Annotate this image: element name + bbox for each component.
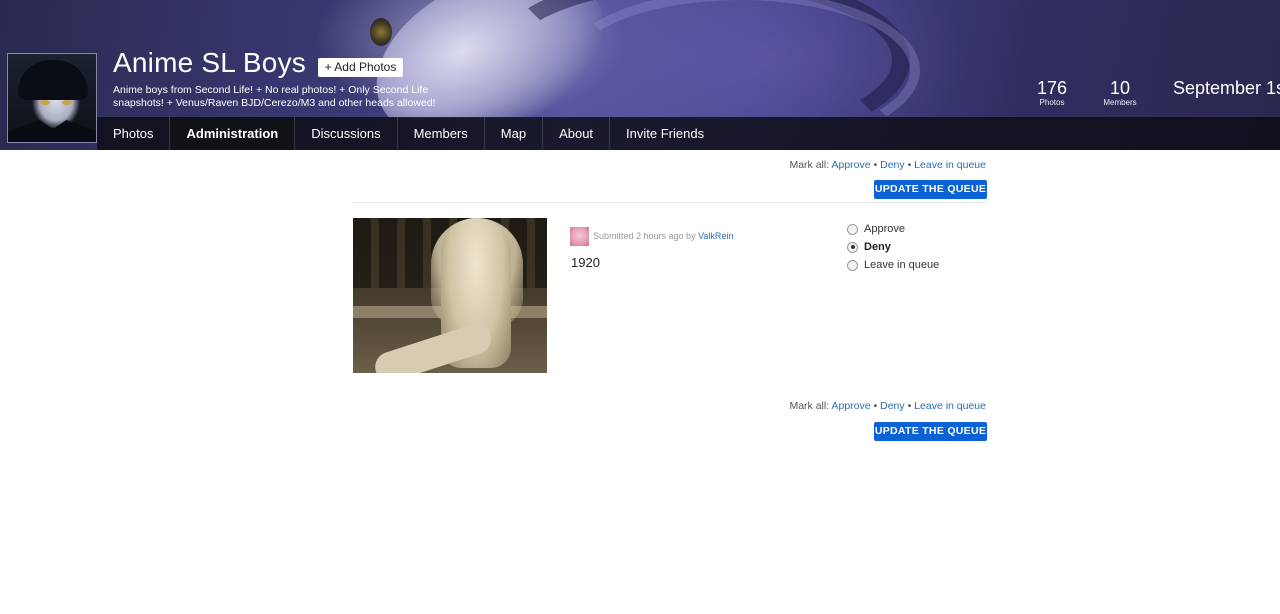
radio-approve[interactable]: [847, 223, 858, 235]
submitter-avatar[interactable]: [570, 227, 589, 246]
tab-invite-friends[interactable]: Invite Friends: [610, 117, 720, 150]
mark-all-approve-link[interactable]: Approve: [831, 159, 870, 171]
group-avatar[interactable]: [7, 53, 97, 143]
mark-all-deny-link[interactable]: Deny: [880, 400, 905, 412]
tab-map[interactable]: Map: [485, 117, 544, 150]
option-leave-label: Leave in queue: [864, 259, 940, 271]
mark-all-approve-link[interactable]: Approve: [831, 400, 870, 412]
submitted-prefix: Submitted 2 hours ago by: [593, 231, 696, 241]
option-approve[interactable]: Approve: [847, 220, 939, 238]
option-deny[interactable]: Deny: [847, 238, 939, 256]
tab-about[interactable]: About: [543, 117, 611, 150]
mark-all-leave-link[interactable]: Leave in queue: [914, 159, 986, 171]
update-queue-button-top[interactable]: UPDATE THE QUEUE: [874, 180, 987, 199]
group-description: Anime boys from Second Life! + No real p…: [113, 84, 436, 109]
divider: [353, 202, 987, 203]
mark-all-label: Mark all:: [789, 159, 830, 171]
mark-all-top: Mark all: Approve • Deny • Leave in queu…: [789, 159, 986, 171]
tab-members[interactable]: Members: [398, 117, 485, 150]
moderation-options: Approve Deny Leave in queue: [847, 220, 939, 274]
stat-members-label: Members: [1103, 98, 1137, 107]
submitter-link[interactable]: ValkRein: [698, 231, 733, 241]
submitted-info: Submitted 2 hours ago by ValkRein: [593, 231, 733, 241]
tab-discussions[interactable]: Discussions: [295, 117, 398, 150]
option-approve-label: Approve: [864, 223, 905, 235]
tab-photos[interactable]: Photos: [97, 117, 171, 150]
stat-photos-count: 176: [1036, 78, 1068, 98]
group-title[interactable]: Anime SL Boys: [113, 47, 306, 79]
group-banner: Anime SL Boys + Add Photos Anime boys fr…: [0, 0, 1280, 150]
option-leave[interactable]: Leave in queue: [847, 256, 939, 274]
update-queue-button-bottom[interactable]: UPDATE THE QUEUE: [874, 422, 987, 441]
radio-leave[interactable]: [847, 259, 858, 271]
mark-all-label: Mark all:: [789, 400, 830, 412]
add-photos-button[interactable]: + Add Photos: [318, 58, 403, 77]
stat-members[interactable]: 10 Members: [1098, 78, 1142, 108]
queued-photo-thumbnail[interactable]: [353, 218, 547, 373]
stat-photos[interactable]: 176 Photos: [1030, 78, 1074, 108]
mark-all-bottom: Mark all: Approve • Deny • Leave in queu…: [789, 400, 986, 412]
mark-all-deny-link[interactable]: Deny: [880, 159, 905, 171]
mark-all-leave-link[interactable]: Leave in queue: [914, 400, 986, 412]
tab-administration[interactable]: Administration: [170, 117, 296, 150]
group-created-date: September 1s: [1173, 78, 1280, 98]
option-deny-label: Deny: [864, 241, 891, 253]
group-nav: Photos Administration Discussions Member…: [97, 117, 1280, 150]
photo-title: 1920: [571, 255, 600, 270]
stat-photos-label: Photos: [1039, 98, 1065, 107]
stat-members-count: 10: [1109, 78, 1131, 98]
radio-deny[interactable]: [847, 241, 858, 253]
